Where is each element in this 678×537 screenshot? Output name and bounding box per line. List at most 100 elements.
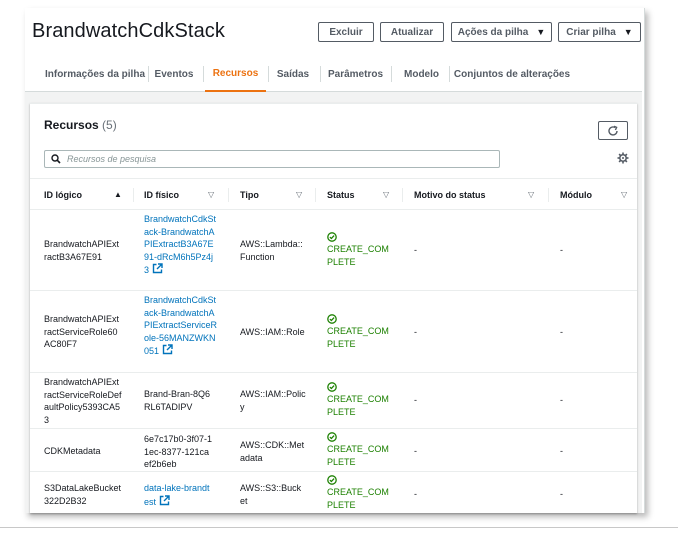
physical-id-cell: Brand-Bran-8Q6RL6TADIPV: [144, 389, 211, 412]
module-cell: -: [560, 489, 563, 499]
logical-id-cell: BrandwatchAPIExtractB3A67E91: [44, 239, 120, 262]
resources-count: (5): [102, 118, 117, 132]
sort-icon[interactable]: ▽: [621, 190, 627, 199]
refresh-button[interactable]: [598, 121, 628, 140]
refresh-icon: [608, 125, 618, 136]
tab-divider: [391, 66, 392, 82]
module-cell: -: [560, 327, 563, 337]
status-cell: CREATE_COMPLETE: [327, 432, 393, 468]
physical-id-cell: BrandwatchCdkStack-BrandwatchAPIExtractB…: [144, 213, 218, 277]
stack-actions-label: Ações da pilha: [457, 26, 529, 38]
tab-stack-info[interactable]: Informações da pilha: [40, 56, 150, 92]
delete-button[interactable]: Excluir: [318, 22, 374, 42]
status-cell: CREATE_COMPLETE: [327, 314, 393, 350]
sort-ascending-icon[interactable]: ▲: [114, 190, 122, 199]
logical-id-cell: S3DataLakeBucket322D2B32: [44, 483, 122, 506]
caret-down-icon: ▼: [623, 27, 633, 37]
status-cell: CREATE_COMPLETE: [327, 382, 393, 418]
type-cell: AWS::IAM::Policy: [240, 389, 306, 412]
stack-detail-window: BrandwatchCdkStack Excluir Atualizar Açõ…: [25, 8, 645, 513]
status-text: CREATE_COMPLETE: [327, 444, 389, 467]
tab-divider: [320, 66, 321, 82]
column-status-reason[interactable]: Motivo do status: [414, 179, 486, 211]
column-logical-id[interactable]: ID lógico: [44, 179, 82, 211]
status-text: CREATE_COMPLETE: [327, 394, 389, 417]
type-cell: AWS::IAM::Role: [240, 327, 305, 337]
sort-icon[interactable]: ▽: [296, 190, 302, 199]
status-reason-cell: -: [414, 327, 417, 337]
status-text: CREATE_COMPLETE: [327, 326, 389, 349]
module-cell: -: [560, 446, 563, 456]
update-button[interactable]: Atualizar: [380, 22, 444, 42]
column-type[interactable]: Tipo: [240, 179, 259, 211]
status-reason-cell: -: [414, 395, 417, 405]
column-divider: [228, 188, 229, 202]
table-row: BrandwatchAPIExtractServiceRole60AC80F7 …: [30, 291, 637, 373]
stack-actions-button[interactable]: Ações da pilha ▼: [451, 22, 552, 42]
external-link-icon[interactable]: [162, 344, 173, 355]
logical-id-cell: BrandwatchAPIExtractServiceRoleDefaultPo…: [44, 377, 122, 425]
external-link-icon[interactable]: [152, 263, 163, 274]
status-cell: CREATE_COMPLETE: [327, 475, 393, 511]
table-row: BrandwatchAPIExtractServiceRoleDefaultPo…: [30, 373, 637, 429]
resources-title: Recursos: [44, 118, 99, 132]
column-physical-id[interactable]: ID físico: [144, 179, 179, 211]
type-cell: AWS::Lambda::Function: [240, 239, 303, 262]
column-divider: [133, 188, 134, 202]
check-circle-icon: [327, 475, 337, 485]
physical-id-link[interactable]: BrandwatchCdkStack-BrandwatchAPIExtractS…: [144, 295, 217, 356]
tab-parameters[interactable]: Parâmetros: [322, 56, 389, 92]
sort-icon[interactable]: ▽: [528, 190, 534, 199]
tab-template[interactable]: Modelo: [394, 56, 449, 92]
stack-tabs: Informações da pilha Eventos Recursos Sa…: [25, 56, 642, 92]
table-row: S3DataLakeBucket322D2B32 data-lake-brand…: [30, 472, 637, 513]
status-text: CREATE_COMPLETE: [327, 244, 389, 267]
table-row: CDKMetadata 6e7c17b0-3f07-11ec-8377-121c…: [30, 429, 637, 472]
column-divider: [402, 188, 403, 202]
page-divider: [0, 527, 678, 528]
check-circle-icon: [327, 432, 337, 442]
status-text: CREATE_COMPLETE: [327, 487, 389, 510]
table-preferences-button[interactable]: [616, 151, 630, 165]
tab-events[interactable]: Eventos: [150, 56, 198, 92]
status-reason-cell: -: [414, 489, 417, 499]
column-divider: [548, 188, 549, 202]
module-cell: -: [560, 245, 563, 255]
type-cell: AWS::S3::Bucket: [240, 483, 302, 506]
status-reason-cell: -: [414, 446, 417, 456]
create-stack-button[interactable]: Criar pilha ▼: [558, 22, 641, 42]
tab-divider: [148, 66, 149, 82]
tab-resources[interactable]: Recursos: [205, 56, 266, 92]
tab-outputs[interactable]: Saídas: [271, 56, 315, 92]
physical-id-cell: 6e7c17b0-3f07-11ec-8377-121caef2b6eb: [144, 434, 213, 469]
external-link-icon[interactable]: [159, 494, 170, 506]
module-cell: -: [560, 395, 563, 405]
status-reason-cell: -: [414, 245, 417, 255]
tab-divider: [203, 66, 204, 82]
tab-divider: [449, 66, 450, 82]
check-circle-icon: [327, 382, 337, 392]
delete-button-label: Excluir: [329, 26, 363, 38]
sort-icon[interactable]: ▽: [383, 190, 389, 199]
table-row: BrandwatchAPIExtractB3A67E91 BrandwatchC…: [30, 210, 637, 291]
logical-id-cell: BrandwatchAPIExtractServiceRole60AC80F7: [44, 314, 120, 349]
resource-search-input[interactable]: Recursos de pesquisa: [44, 150, 500, 168]
tab-divider: [268, 66, 269, 82]
resources-heading: Recursos (5): [44, 118, 117, 132]
column-divider: [315, 188, 316, 202]
physical-id-link[interactable]: data-lake-brandtest: [144, 483, 210, 507]
update-button-label: Atualizar: [390, 26, 434, 38]
check-circle-icon: [327, 314, 337, 324]
tab-change-sets[interactable]: Conjuntos de alterações: [452, 56, 572, 92]
gear-icon: [617, 152, 629, 164]
stack-title: BrandwatchCdkStack: [32, 20, 226, 42]
column-module[interactable]: Módulo: [560, 179, 592, 211]
sort-icon[interactable]: ▽: [208, 190, 214, 199]
column-status[interactable]: Status: [327, 179, 355, 211]
logical-id-cell: CDKMetadata: [44, 446, 101, 456]
physical-id-cell: BrandwatchCdkStack-BrandwatchAPIExtractS…: [144, 294, 218, 358]
search-placeholder: Recursos de pesquisa: [67, 154, 157, 164]
create-stack-label: Criar pilha: [566, 26, 616, 38]
resources-table-header: ID lógico ▲ ID físico ▽ Tipo ▽ Status ▽ …: [30, 178, 637, 210]
resources-panel: Recursos (5) Recursos de pesquisa ID lóg…: [30, 103, 637, 513]
